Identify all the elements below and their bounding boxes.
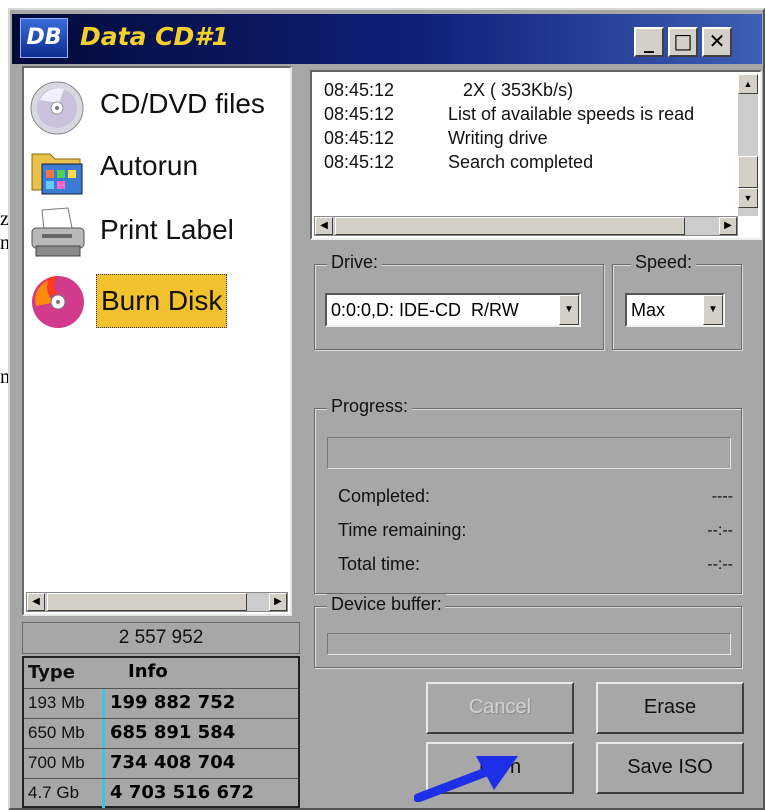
scroll-thumb[interactable] — [47, 593, 247, 611]
scroll-thumb[interactable] — [738, 156, 758, 188]
row-type: 4.7 Gb — [28, 783, 80, 802]
scroll-right-icon[interactable]: ▶ — [719, 217, 737, 235]
app-logo-icon: DB — [20, 18, 68, 58]
save-iso-button[interactable]: Save ISO — [596, 742, 744, 794]
erase-button[interactable]: Erase — [596, 682, 744, 734]
total-time-value: --:-- — [707, 556, 733, 573]
header-info: Info — [128, 661, 168, 682]
drive-group: Drive: 0:0:0,D: IDE-CD R/RW ▼ — [314, 252, 604, 350]
row-separator — [102, 719, 105, 748]
nav-item-autorun[interactable]: Autorun — [28, 138, 290, 200]
log-message: 2X ( 353Kb/s) — [448, 80, 574, 100]
table-row: 4.7 Gb 4 703 516 672 — [24, 778, 298, 808]
total-size-value: 2 557 952 — [22, 622, 300, 654]
table-row: 700 Mb 734 408 704 — [24, 748, 298, 778]
log-time: 08:45:12 — [324, 104, 395, 124]
close-button[interactable]: ✕ — [702, 27, 732, 57]
progress-bar — [327, 437, 731, 469]
log-time: 08:45:12 — [324, 128, 395, 148]
device-buffer-group: Device buffer: — [314, 594, 742, 668]
nav-item-label: Print Label — [100, 214, 234, 245]
nav-horizontal-scrollbar[interactable]: ◀ ▶ — [26, 592, 288, 612]
row-info: 734 408 704 — [110, 752, 236, 773]
window-title: Data CD#1 — [80, 22, 230, 51]
scroll-left-icon[interactable]: ◀ — [315, 217, 333, 235]
speed-select[interactable]: Max ▼ — [625, 293, 725, 327]
autorun-folder-icon — [31, 153, 83, 195]
nav-item-label: Burn Disk — [96, 274, 228, 328]
disc-icon — [30, 81, 84, 135]
nav-item-burn-disk[interactable]: Burn Disk — [28, 268, 290, 330]
completed-value: ---- — [711, 488, 733, 505]
drive-label: Drive: — [327, 252, 383, 273]
row-info: 685 891 584 — [110, 722, 236, 743]
log-message: Writing drive — [448, 128, 548, 148]
row-separator — [102, 689, 105, 718]
scroll-thumb[interactable] — [335, 217, 685, 235]
row-info: 199 882 752 — [110, 692, 236, 713]
table-header: Type Info — [24, 658, 298, 688]
log-vertical-scrollbar[interactable]: ▲ ▼ — [738, 74, 758, 216]
row-separator — [102, 779, 105, 808]
row-info: 4 703 516 672 — [110, 782, 255, 803]
log-panel[interactable]: 08:45:12 2X ( 353Kb/s) 08:45:12 List of a… — [310, 70, 762, 240]
log-message: List of available speeds is read — [448, 104, 695, 124]
speed-select-value: Max — [631, 300, 666, 320]
drive-select-value: 0:0:0,D: IDE-CD R/RW — [331, 300, 519, 320]
log-time: 08:45:12 — [324, 152, 395, 172]
speed-label: Speed: — [631, 252, 697, 273]
log-line: 08:45:12 List of available speeds is read — [324, 104, 694, 125]
chevron-down-icon[interactable]: ▼ — [703, 295, 723, 325]
nav-item-label: Autorun — [100, 150, 199, 181]
table-row: 193 Mb 199 882 752 — [24, 688, 298, 718]
nav-panel: CD/DVD files Autorun Print Label Burn Di… — [22, 66, 292, 616]
time-remaining-value: --:-- — [707, 522, 733, 539]
log-time: 08:45:12 — [324, 80, 395, 100]
burn-disc-icon — [32, 276, 84, 328]
burn-window: DB Data CD#1 _ □ ✕ CD/DVD files Autorun … — [8, 8, 765, 810]
row-separator — [102, 749, 105, 778]
speed-group: Speed: Max ▼ — [612, 252, 742, 350]
row-type: 193 Mb — [28, 693, 85, 712]
log-line: 08:45:12 2X ( 353Kb/s) — [324, 80, 573, 101]
log-horizontal-scrollbar[interactable]: ◀ ▶ — [314, 216, 738, 236]
device-buffer-bar — [327, 633, 731, 655]
total-time-label: Total time: — [338, 554, 421, 574]
maximize-button[interactable]: □ — [668, 27, 698, 57]
nav-item-print-label[interactable]: Print Label — [28, 202, 290, 264]
title-bar[interactable]: DB Data CD#1 _ □ ✕ — [12, 14, 762, 64]
log-line: 08:45:12 Search completed — [324, 152, 593, 173]
row-type: 700 Mb — [28, 753, 85, 772]
nav-item-cd-dvd-files[interactable]: CD/DVD files — [28, 76, 290, 138]
device-buffer-label: Device buffer: — [327, 594, 446, 615]
header-type: Type — [28, 662, 75, 683]
time-remaining-label: Time remaining: — [338, 520, 467, 540]
printer-icon — [31, 207, 85, 257]
cancel-button[interactable]: Cancel — [426, 682, 574, 734]
scroll-up-icon[interactable]: ▲ — [738, 74, 758, 94]
log-message: Search completed — [448, 152, 594, 172]
drive-select[interactable]: 0:0:0,D: IDE-CD R/RW ▼ — [325, 293, 581, 327]
scroll-down-icon[interactable]: ▼ — [738, 188, 758, 208]
scroll-left-icon[interactable]: ◀ — [27, 593, 45, 611]
log-line: 08:45:12 Writing drive — [324, 128, 548, 149]
row-type: 650 Mb — [28, 723, 85, 742]
completed-label: Completed: — [338, 486, 431, 506]
pointer-arrow-icon — [414, 756, 518, 802]
table-row: 650 Mb 685 891 584 — [24, 718, 298, 748]
scroll-right-icon[interactable]: ▶ — [269, 593, 287, 611]
progress-label: Progress: — [327, 396, 413, 417]
nav-item-label: CD/DVD files — [100, 88, 265, 119]
disc-size-table: Type Info 193 Mb 199 882 752 650 Mb 685 … — [22, 656, 300, 808]
minimize-button[interactable]: _ — [634, 27, 664, 57]
chevron-down-icon[interactable]: ▼ — [559, 295, 579, 325]
